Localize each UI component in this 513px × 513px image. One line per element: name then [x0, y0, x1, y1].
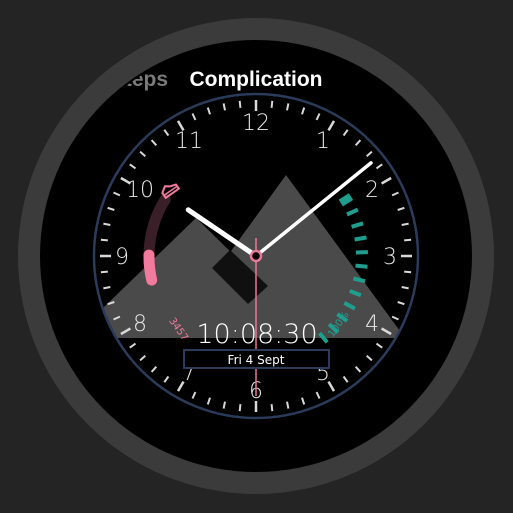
minute-tick [286, 401, 290, 409]
hour-numeral: 10 [126, 178, 154, 203]
minute-tick [103, 286, 111, 290]
minute-tick [222, 103, 226, 111]
minute-tick [270, 404, 274, 412]
hour-numeral: 9 [115, 245, 129, 270]
battery-segment [355, 263, 368, 269]
minute-tick [401, 222, 409, 226]
minute-tick [238, 404, 242, 412]
minute-tick [100, 238, 108, 242]
minute-tick [103, 222, 111, 226]
hour-numeral: 4 [365, 312, 379, 337]
tab-complication[interactable]: Complication [189, 68, 322, 91]
minute-tick [270, 100, 274, 108]
minute-tick [286, 103, 290, 111]
minute-tick [401, 286, 409, 290]
battery-segment [354, 235, 367, 242]
hour-numeral: 3 [383, 245, 397, 270]
minute-tick [222, 401, 226, 409]
watch-face: Steps Complication 121234567891011 3457 [18, 18, 494, 494]
steps-progress-arc [143, 249, 158, 286]
hour-numeral: 8 [133, 312, 147, 337]
minute-tick [404, 270, 412, 274]
minute-tick [238, 100, 242, 108]
hour-numeral: 12 [242, 111, 270, 136]
hour-numeral: 1 [316, 129, 330, 154]
minute-tick [100, 270, 108, 274]
hour-numeral: 11 [175, 129, 203, 154]
battery-segment [352, 276, 366, 284]
watch-face-screen: Steps Complication 12 1 2 3 4 5 6 7 8 9 10 11 3457 [0, 0, 513, 513]
minute-tick [404, 238, 412, 242]
hour-numeral: 2 [365, 178, 379, 203]
battery-segment [338, 193, 354, 207]
center-hub [249, 249, 263, 263]
date-text: Fri 4 Sept [228, 353, 285, 367]
digital-time: 10:08:30 [196, 319, 317, 350]
